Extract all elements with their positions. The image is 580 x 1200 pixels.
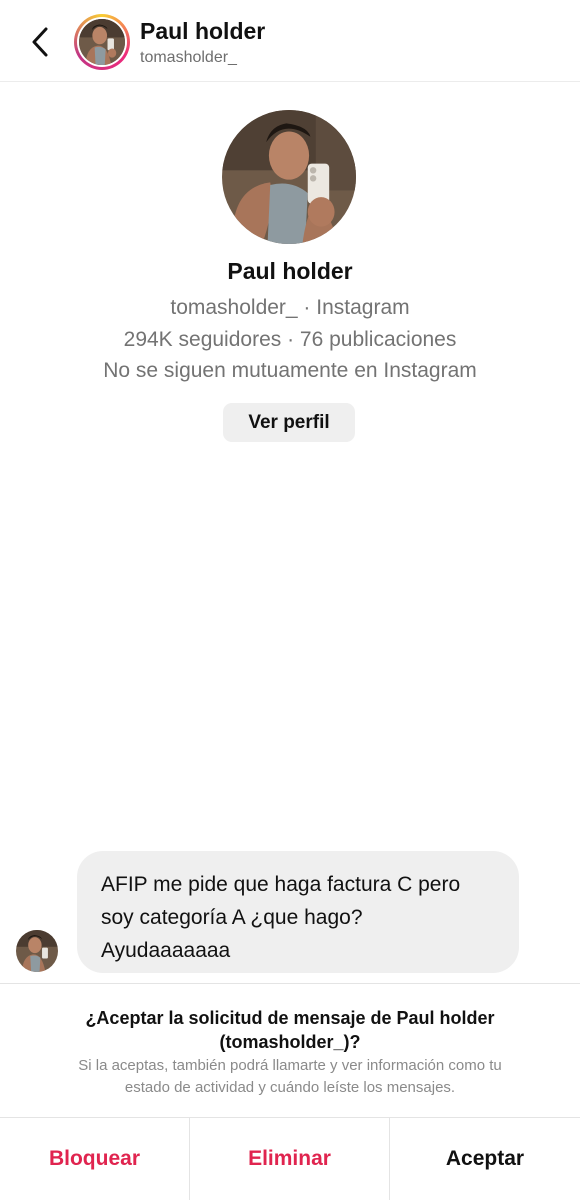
accept-button[interactable]: Aceptar — [390, 1118, 580, 1200]
request-title: ¿Aceptar la solicitud de mensaje de Paul… — [40, 1006, 540, 1054]
request-title-line: ¿Aceptar la solicitud de mensaje de Paul… — [85, 1008, 495, 1028]
mutual-follow-status: No se siguen mutuamente en Instagram — [103, 359, 477, 382]
profile-username-platform: tomasholder_ · Instagram — [170, 296, 410, 319]
chevron-left-icon — [32, 27, 48, 57]
delete-button[interactable]: Eliminar — [190, 1118, 390, 1200]
block-button[interactable]: Bloquear — [0, 1118, 190, 1200]
avatar — [79, 19, 125, 65]
message-text-line: Ayudaaaaaaa — [101, 939, 231, 962]
view-profile-button[interactable]: Ver perfil — [223, 403, 355, 442]
profile-avatar[interactable] — [222, 110, 356, 244]
message-text-line: AFIP me pide que haga factura C pero — [101, 873, 461, 896]
request-description-line: Si la aceptas, también podrá llamarte y … — [78, 1057, 502, 1074]
profile-stats: 294K seguidores · 76 publicaciones — [123, 328, 457, 351]
message-sender-avatar[interactable] — [16, 930, 58, 972]
message-bubble[interactable]: AFIP me pide que haga factura C pero soy… — [77, 851, 519, 973]
request-actions: Bloquear Eliminar Aceptar — [0, 1117, 580, 1200]
header-username: tomasholder_ — [140, 49, 237, 66]
request-title-line: (tomasholder_)? — [219, 1032, 361, 1052]
back-button[interactable] — [24, 22, 56, 62]
request-description-line: estado de actividad y cuándo leíste los … — [124, 1079, 456, 1096]
chat-header: Paul holder tomasholder_ — [0, 0, 580, 82]
story-ring[interactable] — [74, 14, 130, 70]
request-description: Si la aceptas, también podrá llamarte y … — [30, 1055, 550, 1099]
header-name[interactable]: Paul holder — [140, 18, 265, 45]
message-request-panel: ¿Aceptar la solicitud de mensaje de Paul… — [0, 983, 580, 1117]
profile-name: Paul holder — [227, 258, 353, 284]
message-text-line: soy categoría A ¿que hago? — [101, 906, 363, 929]
